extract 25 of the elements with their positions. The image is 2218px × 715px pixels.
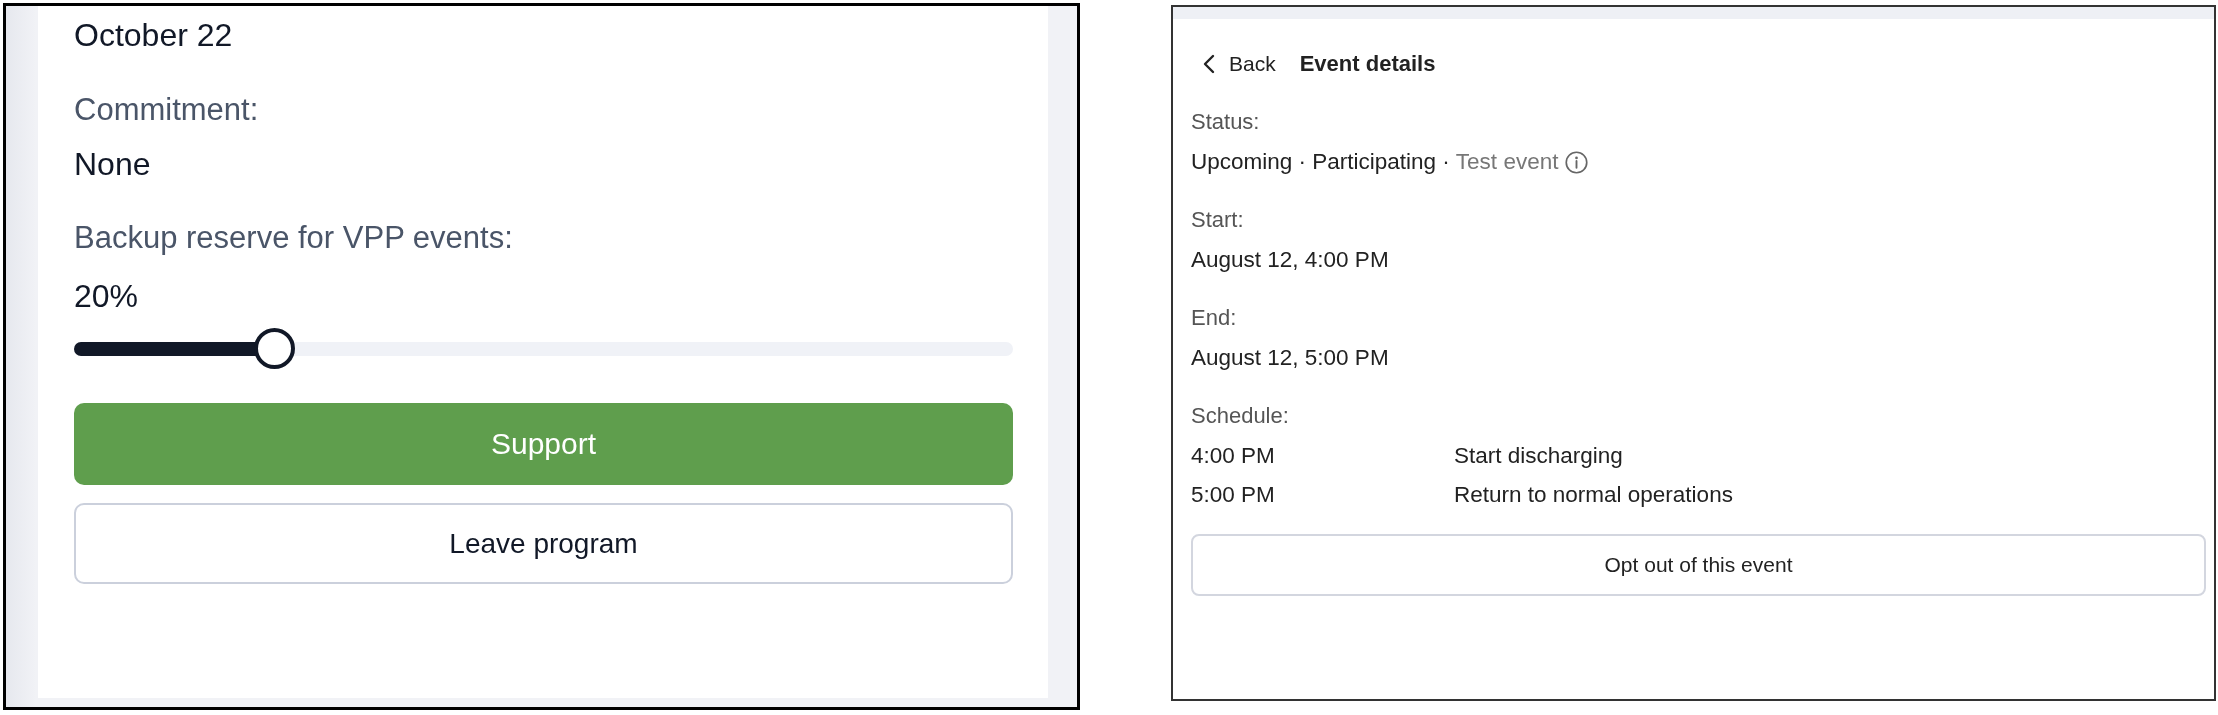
chevron-left-icon [1203, 54, 1215, 74]
backup-reserve-value: 20% [74, 277, 140, 316]
field-label: End: [1191, 304, 1238, 332]
schedule-action: Start discharging [1454, 442, 1623, 470]
slider-thumb[interactable] [253, 328, 295, 369]
slider-track[interactable] [74, 328, 1013, 369]
status-value: Upcoming · Participating · [1191, 148, 1450, 176]
back-button[interactable]: Back [1203, 49, 1276, 79]
info-icon[interactable] [1565, 150, 1589, 174]
date-text: October 22 [74, 16, 234, 55]
leave-program-button[interactable]: Leave program [74, 503, 1013, 584]
schedule-action: Return to normal operations [1454, 481, 1733, 509]
schedule-time: 5:00 PM [1191, 481, 1276, 509]
commitment-label: Commitment: [74, 91, 260, 129]
schedule-label: Schedule: [1191, 402, 1290, 430]
field-value: August 12, 4:00 PM [1191, 246, 1390, 274]
commitment-value: None [74, 145, 152, 184]
field-value: August 12, 5:00 PM [1191, 344, 1390, 372]
status-label: Status: [1191, 108, 1261, 136]
field-label: Start: [1191, 206, 1245, 234]
page-title: Event details [1299, 50, 1436, 78]
test-event-note: Test event [1455, 148, 1559, 176]
opt-out-button[interactable]: Opt out of this event [1191, 534, 2206, 596]
backup-reserve-label: Backup reserve for VPP events: [74, 219, 514, 257]
schedule-time: 4:00 PM [1191, 442, 1276, 470]
